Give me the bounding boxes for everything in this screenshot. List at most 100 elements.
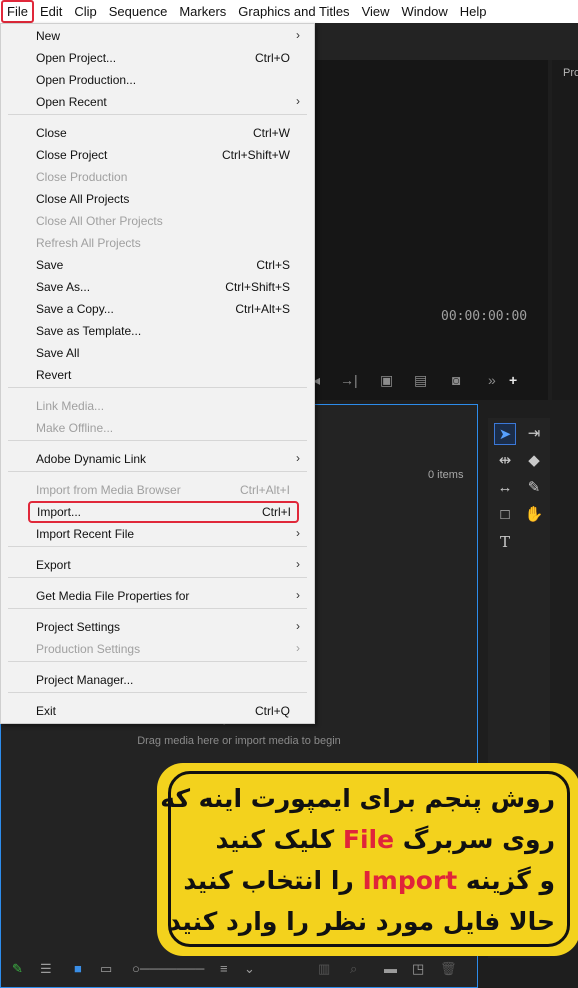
trash-icon[interactable]: 🗑 [440, 961, 457, 977]
menu-item-label: Open Recent [36, 95, 107, 109]
menu-separator [8, 608, 307, 609]
timecode-display[interactable]: 00:00:00:00 [441, 309, 527, 324]
callout-file-keyword: File [342, 825, 395, 854]
menu-separator [8, 471, 307, 472]
menu-item-label: Refresh All Projects [36, 236, 141, 250]
menu-item-new[interactable]: New › [1, 25, 314, 47]
chevron-right-icon: › [296, 619, 300, 633]
menu-sequence[interactable]: Sequence [103, 0, 174, 23]
find-icon[interactable]: ⌕ [350, 961, 357, 977]
menu-markers[interactable]: Markers [173, 0, 232, 23]
menu-item-open-project[interactable]: Open Project... Ctrl+O [1, 47, 314, 69]
menu-clip[interactable]: Clip [68, 0, 102, 23]
zoom-slider-icon[interactable]: ○─────── [132, 961, 204, 976]
new-bin-icon[interactable]: ▬ [384, 961, 397, 976]
program-monitor-label: Pro [563, 67, 578, 79]
menu-item-label: Export [36, 558, 71, 572]
ripple-edit-icon[interactable]: ⇹ [494, 450, 516, 472]
menu-item-shortcut: Ctrl+Alt+S [235, 302, 290, 316]
top-strip [315, 23, 578, 60]
menu-item-label: Make Offline... [36, 421, 114, 435]
menu-item-project-settings[interactable]: Project Settings › [1, 616, 314, 638]
menu-item-label: Close All Other Projects [36, 214, 163, 228]
menu-item-label: Get Media File Properties for [36, 589, 190, 603]
sort-icon[interactable]: ≡ [220, 961, 228, 976]
menu-window[interactable]: Window [396, 0, 454, 23]
menu-bar: File Edit Clip Sequence Markers Graphics… [0, 0, 578, 23]
menu-item-label: Import Recent File [36, 527, 135, 541]
menu-item-save-a-copy[interactable]: Save a Copy... Ctrl+Alt+S [1, 298, 314, 320]
menu-separator [8, 546, 307, 547]
slip-icon[interactable]: ↔ [494, 477, 516, 499]
menu-item-save-all[interactable]: Save All [1, 342, 314, 364]
menu-item-label: Revert [36, 368, 72, 382]
menu-separator [8, 661, 307, 662]
menu-item-close-project[interactable]: Close Project Ctrl+Shift+W [1, 144, 314, 166]
menu-item-project-manager[interactable]: Project Manager... [1, 669, 314, 691]
menu-help[interactable]: Help [454, 0, 493, 23]
add-button-icon[interactable]: + [509, 372, 517, 388]
menu-graphics-and-titles[interactable]: Graphics and Titles [232, 0, 355, 23]
menu-separator [8, 577, 307, 578]
menu-file[interactable]: File [1, 0, 34, 23]
menu-item-save-as-template[interactable]: Save as Template... [1, 320, 314, 342]
chevron-right-icon: › [296, 28, 300, 42]
rectangle-icon[interactable]: □ [494, 504, 516, 526]
menu-item-open-recent[interactable]: Open Recent › [1, 91, 314, 113]
drag-media-hint: Drag media here or import media to begin [137, 735, 341, 747]
menu-item-exit[interactable]: Exit Ctrl+Q [1, 700, 314, 722]
overwrite-icon[interactable]: ▤ [414, 372, 427, 389]
menu-item-label: Import from Media Browser [36, 483, 181, 497]
menu-item-adobe-dynamic-link[interactable]: Adobe Dynamic Link › [1, 448, 314, 470]
menu-item-label: Save As... [36, 280, 91, 294]
pen-icon[interactable]: ✎ [523, 477, 545, 499]
menu-item-shortcut: Ctrl+I [261, 505, 291, 519]
menu-item-label: Save a Copy... [36, 302, 114, 316]
menu-item-shortcut: Ctrl+S [256, 258, 290, 272]
menu-item-import-recent-file[interactable]: Import Recent File › [1, 523, 314, 545]
callout-line-2: روی سربرگ File کلیک کنید [215, 825, 555, 854]
items-count: 0 items [428, 469, 464, 481]
freeform-view-icon[interactable]: ▭ [100, 961, 112, 977]
menu-item-label: Close Production [36, 170, 128, 184]
menu-item-import-from-media-browser: Import from Media Browser Ctrl+Alt+I [1, 479, 314, 501]
menu-item-revert[interactable]: Revert [1, 364, 314, 386]
callout-import-keyword: Import [362, 866, 458, 895]
hand-icon[interactable]: ✋ [523, 504, 545, 526]
menu-item-shortcut: Ctrl+Shift+S [225, 280, 290, 294]
selection-tool-icon[interactable]: ➤ [494, 423, 516, 445]
menu-item-label: Project Manager... [36, 673, 134, 687]
more-controls-icon[interactable]: » [488, 372, 496, 388]
type-icon[interactable]: T [494, 531, 516, 553]
menu-item-label: Close Project [36, 148, 108, 162]
automate-icon[interactable]: ▥ [318, 961, 330, 977]
chevron-right-icon: › [296, 94, 300, 108]
menu-item-make-offline: Make Offline... [1, 417, 314, 439]
menu-item-open-production[interactable]: Open Production... [1, 69, 314, 91]
menu-item-save-as[interactable]: Save As... Ctrl+Shift+S [1, 276, 314, 298]
razor-icon[interactable]: ◆ [523, 450, 545, 472]
go-to-out-icon[interactable]: →| [340, 372, 358, 388]
icon-view-icon[interactable]: ■ [74, 961, 82, 976]
menu-item-close-all-other-projects: Close All Other Projects [1, 210, 314, 232]
file-menu-dropdown: New › Open Project... Ctrl+O Open Production… [0, 23, 315, 724]
track-select-forward-icon[interactable]: ⇥ [523, 423, 545, 445]
chevron-right-icon: › [296, 641, 300, 655]
menu-item-get-media-file-properties-for[interactable]: Get Media File Properties for › [1, 585, 314, 607]
menu-edit[interactable]: Edit [34, 0, 68, 23]
menu-item-export[interactable]: Export › [1, 554, 314, 576]
menu-item-save[interactable]: Save Ctrl+S [1, 254, 314, 276]
menu-item-close-all-projects[interactable]: Close All Projects [1, 188, 314, 210]
menu-item-close[interactable]: Close Ctrl+W [1, 122, 314, 144]
export-frame-icon[interactable]: ◙ [452, 372, 460, 388]
insert-icon[interactable]: ▣ [380, 372, 393, 389]
menu-item-link-media: Link Media... [1, 395, 314, 417]
menu-view[interactable]: View [356, 0, 396, 23]
menu-separator [8, 440, 307, 441]
chevron-down-icon[interactable]: ⌄ [244, 961, 255, 977]
list-view-icon[interactable]: ☰ [40, 961, 52, 977]
menu-item-import[interactable]: Import... Ctrl+I [28, 501, 299, 523]
pencil-icon[interactable]: ✎ [12, 961, 23, 977]
new-item-icon[interactable]: ◳ [412, 961, 424, 977]
menu-item-refresh-all-projects: Refresh All Projects [1, 232, 314, 254]
